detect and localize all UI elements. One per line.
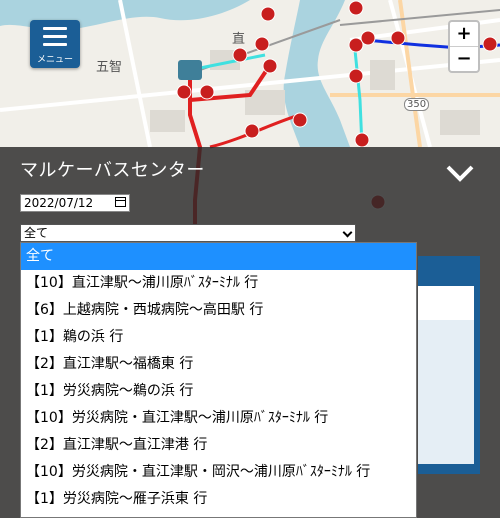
- timetable-panel: [418, 256, 480, 474]
- zoom-out-button[interactable]: −: [450, 47, 478, 71]
- map-label-nao: 直: [232, 32, 246, 47]
- menu-label: メニュー: [36, 55, 73, 65]
- zoom-in-button[interactable]: +: [450, 22, 478, 47]
- dropdown-option[interactable]: 【10】労災病院・直江津駅～浦川原ﾊﾞｽﾀｰﾐﾅﾙ 行: [21, 405, 416, 432]
- bus-center-icon: [178, 60, 202, 80]
- dropdown-option[interactable]: 全て: [21, 243, 416, 270]
- chevron-down-icon[interactable]: [444, 160, 476, 186]
- dropdown-option[interactable]: 【1】鵜の浜 行: [21, 324, 416, 351]
- dropdown-option[interactable]: 【6】上越病院・西城病院～高田駅 行: [21, 297, 416, 324]
- menu-button[interactable]: メニュー: [30, 20, 80, 68]
- date-value: 2022/07/12: [24, 196, 94, 210]
- chevron-down-icon: [342, 227, 353, 238]
- dropdown-option[interactable]: 【2】直江津駅～福橋東 行: [21, 351, 416, 378]
- dropdown-option[interactable]: 【1】労災病院～鵜の浜 行: [21, 378, 416, 405]
- route-select-value: 全て: [24, 226, 49, 240]
- timetable-body: [418, 320, 474, 464]
- calendar-icon[interactable]: [115, 197, 126, 207]
- route-shield-350: 350: [404, 98, 430, 111]
- dropdown-option[interactable]: 【10】直江津駅～浦川原ﾊﾞｽﾀｰﾐﾅﾙ 行: [21, 270, 416, 297]
- zoom-control: + −: [448, 20, 480, 73]
- dropdown-option[interactable]: 【10】労災病院・直江津駅・岡沢～浦川原ﾊﾞｽﾀｰﾐﾅﾙ 行: [21, 459, 416, 486]
- hamburger-icon: [43, 27, 67, 46]
- route-select[interactable]: 全て: [20, 224, 356, 242]
- stop-title: マルケーバスセンター: [20, 160, 205, 181]
- dropdown-option[interactable]: 【1】労災病院～雁子浜東 行: [21, 486, 416, 513]
- date-field[interactable]: 2022/07/12: [20, 194, 130, 212]
- dropdown-option[interactable]: 【2】直江津駅～直江津港 行: [21, 432, 416, 459]
- route-dropdown-list: 全て 【10】直江津駅～浦川原ﾊﾞｽﾀｰﾐﾅﾙ 行 【6】上越病院・西城病院～高…: [20, 242, 417, 518]
- map-label-gochi: 五智: [96, 60, 123, 75]
